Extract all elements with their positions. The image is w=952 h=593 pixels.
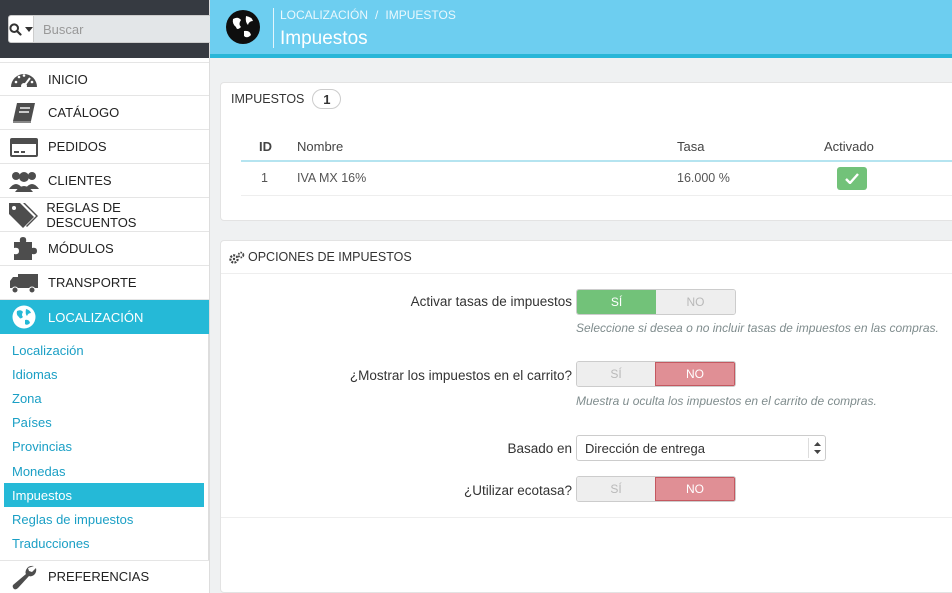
sidebar-item-label: CLIENTES bbox=[48, 173, 112, 188]
page-header: LOCALIZACIÓN / IMPUESTOS Impuestos bbox=[210, 0, 952, 58]
sidebar-item-reglas-descuentos[interactable]: REGLAS DE DESCUENTOS bbox=[0, 198, 209, 232]
submenu-item-reglas-impuestos[interactable]: Reglas de impuestos bbox=[4, 507, 204, 531]
sidebar-item-label: PREFERENCIAS bbox=[48, 569, 150, 585]
ecotax-switch[interactable]: SÍ NO bbox=[576, 476, 736, 502]
ecotax-label: ¿Utilizar ecotasa? bbox=[463, 483, 572, 498]
enable-rates-label: Activar tasas de impuestos bbox=[410, 294, 572, 309]
dashboard-icon bbox=[0, 67, 48, 91]
show-in-cart-label: ¿Mostrar los impuestos en el carrito? bbox=[349, 368, 572, 383]
credit-card-icon bbox=[0, 136, 48, 158]
sidebar: INICIO CATÁLOGO PEDIDOS CLIENTES REGLAS … bbox=[0, 0, 220, 593]
panel-footer-divider bbox=[221, 517, 952, 518]
book-icon bbox=[0, 101, 48, 125]
sidebar-item-clientes[interactable]: CLIENTES bbox=[0, 164, 209, 198]
puzzle-icon bbox=[0, 236, 48, 262]
sidebar-item-transporte[interactable]: TRANSPORTE bbox=[0, 266, 209, 300]
sidebar-item-label: PEDIDOS bbox=[48, 139, 107, 154]
header-separator bbox=[273, 8, 274, 48]
taxes-table: ID Nombre Tasa Activado 1 IVA MX 16% 16.… bbox=[241, 133, 952, 196]
cell-id: 1 bbox=[241, 161, 297, 196]
sidebar-item-label: TRANSPORTE bbox=[48, 275, 137, 290]
enable-rates-no[interactable]: NO bbox=[656, 290, 735, 314]
submenu-item-zona[interactable]: Zona bbox=[4, 386, 204, 410]
based-on-label: Basado en bbox=[507, 441, 572, 456]
show-in-cart-help: Muestra u oculta los impuestos en el car… bbox=[576, 394, 877, 408]
panel-title: IMPUESTOS bbox=[231, 92, 305, 106]
globe-icon bbox=[225, 9, 261, 48]
breadcrumb-item-localizacion[interactable]: LOCALIZACIÓN bbox=[280, 8, 368, 22]
sidebar-item-pedidos[interactable]: PEDIDOS bbox=[0, 130, 209, 164]
ecotax-yes[interactable]: SÍ bbox=[577, 477, 655, 501]
sidebar-item-catalogo[interactable]: CATÁLOGO bbox=[0, 96, 209, 130]
tax-options-panel: OPCIONES DE IMPUESTOS Activar tasas de i… bbox=[220, 240, 952, 593]
submenu-item-paises[interactable]: Países bbox=[4, 411, 204, 435]
based-on-select[interactable]: Dirección de entrega bbox=[576, 435, 826, 461]
show-in-cart-yes[interactable]: SÍ bbox=[577, 362, 655, 386]
submenu-item-provincias[interactable]: Provincias bbox=[4, 435, 204, 459]
panel-heading: OPCIONES DE IMPUESTOS bbox=[221, 241, 952, 274]
show-in-cart-switch[interactable]: SÍ NO bbox=[576, 361, 736, 387]
panel-heading: IMPUESTOS 1 bbox=[221, 83, 952, 115]
page-title: Impuestos bbox=[280, 28, 368, 49]
users-icon bbox=[0, 169, 48, 193]
column-header-name[interactable]: Nombre bbox=[297, 133, 677, 162]
check-icon bbox=[845, 172, 859, 184]
sidebar-item-localizacion[interactable]: LOCALIZACIÓN bbox=[0, 300, 209, 334]
table-header-row: ID Nombre Tasa Activado bbox=[241, 133, 952, 162]
enable-rates-yes[interactable]: SÍ bbox=[577, 290, 656, 314]
enabled-toggle[interactable] bbox=[837, 166, 867, 190]
select-arrows-icon bbox=[808, 438, 825, 458]
sidebar-item-inicio[interactable]: INICIO bbox=[0, 62, 209, 96]
cell-enabled bbox=[769, 161, 952, 196]
enable-rates-help: Seleccione si desea o no incluir tasas d… bbox=[576, 321, 939, 335]
submenu-item-idiomas[interactable]: Idiomas bbox=[4, 362, 204, 386]
search-scope-button[interactable] bbox=[8, 15, 34, 43]
search-box bbox=[8, 15, 220, 43]
sidebar-item-label: LOCALIZACIÓN bbox=[48, 309, 144, 325]
sidebar-item-preferencias[interactable]: PREFERENCIAS bbox=[0, 559, 209, 593]
column-header-enabled[interactable]: Activado bbox=[769, 133, 952, 162]
cogs-icon bbox=[229, 251, 245, 264]
column-header-id[interactable]: ID bbox=[241, 133, 297, 162]
breadcrumb-separator: / bbox=[375, 8, 379, 22]
search-bar bbox=[0, 0, 220, 58]
panel-title: OPCIONES DE IMPUESTOS bbox=[248, 250, 412, 264]
cell-name: IVA MX 16% bbox=[297, 161, 677, 196]
submenu-item-localizacion[interactable]: Localización bbox=[4, 338, 204, 362]
count-badge: 1 bbox=[312, 89, 342, 109]
sidebar-item-modulos[interactable]: MÓDULOS bbox=[0, 232, 209, 266]
sidebar-item-label: CATÁLOGO bbox=[48, 105, 120, 120]
caret-down-icon bbox=[25, 26, 33, 32]
show-in-cart-no[interactable]: NO bbox=[655, 362, 735, 386]
column-header-rate[interactable]: Tasa bbox=[677, 133, 769, 162]
submenu-item-impuestos[interactable]: Impuestos bbox=[4, 483, 204, 508]
wrench-icon bbox=[0, 564, 48, 590]
search-input[interactable] bbox=[34, 15, 220, 43]
tags-icon bbox=[0, 201, 46, 229]
taxes-panel: IMPUESTOS 1 ID Nombre Tasa Activado 1 IV… bbox=[220, 82, 952, 221]
submenu-item-monedas[interactable]: Monedas bbox=[4, 459, 204, 483]
table-row[interactable]: 1 IVA MX 16% 16.000 % bbox=[241, 161, 952, 196]
sidebar-item-label: INICIO bbox=[48, 71, 88, 87]
breadcrumb: LOCALIZACIÓN / IMPUESTOS bbox=[280, 8, 456, 22]
submenu-item-traducciones[interactable]: Traducciones bbox=[4, 532, 204, 556]
ecotax-no[interactable]: NO bbox=[655, 477, 735, 501]
localization-submenu: Localización Idiomas Zona Países Provinc… bbox=[0, 334, 209, 560]
search-icon bbox=[9, 22, 22, 36]
truck-icon bbox=[0, 271, 48, 295]
enable-rates-switch[interactable]: SÍ NO bbox=[576, 289, 736, 315]
breadcrumb-item-impuestos[interactable]: IMPUESTOS bbox=[385, 8, 455, 22]
globe-icon bbox=[0, 304, 48, 330]
sidebar-item-label: MÓDULOS bbox=[48, 241, 114, 256]
sidebar-item-label: REGLAS DE DESCUENTOS bbox=[46, 199, 137, 230]
based-on-value: Dirección de entrega bbox=[585, 440, 705, 456]
cell-rate: 16.000 % bbox=[677, 161, 769, 196]
